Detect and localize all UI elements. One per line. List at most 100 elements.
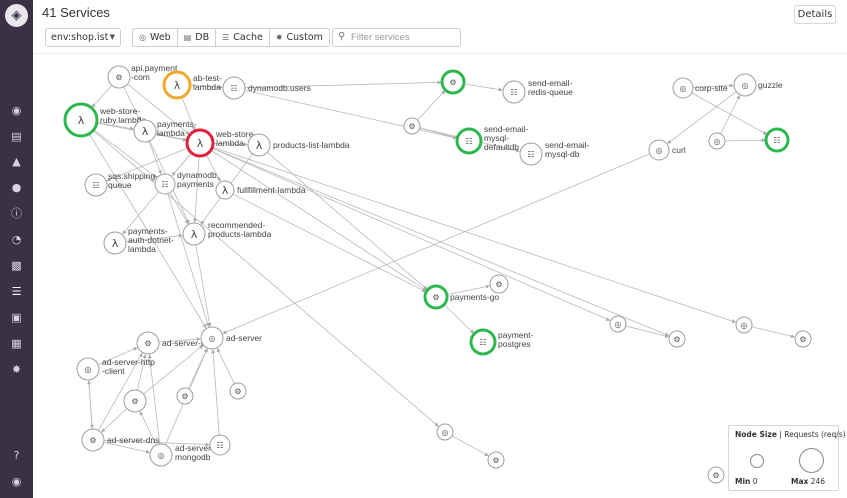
cogs-icon: ⚙ bbox=[115, 73, 122, 82]
cogs-icon: ⚙ bbox=[712, 471, 719, 480]
service-node[interactable]: ⚙ bbox=[487, 451, 505, 469]
service-node[interactable]: ⚙ ad-server-dns bbox=[81, 428, 159, 452]
node-label: sqs.shipping-queue bbox=[108, 171, 158, 190]
service-node[interactable]: ⚙ bbox=[403, 117, 421, 135]
database-icon: ☷ bbox=[161, 180, 168, 189]
node-label: ad-server-dns bbox=[107, 435, 159, 445]
service-node[interactable]: λ recommended-products-lambda bbox=[182, 220, 272, 246]
service-node[interactable]: ◎ bbox=[609, 315, 627, 333]
team-icon[interactable]: ◉ bbox=[0, 471, 33, 493]
lambda-icon: λ bbox=[222, 184, 229, 197]
edge-n1-n6 bbox=[91, 84, 113, 108]
db-filter-button[interactable]: ▤ DB bbox=[178, 29, 217, 46]
service-node[interactable]: ☷send-email-mysql-defaultdb bbox=[455, 124, 529, 155]
cogs-icon: ⚙ bbox=[449, 78, 456, 87]
services-icon[interactable]: ☰ bbox=[0, 281, 33, 303]
service-node[interactable]: ⚙ bbox=[794, 330, 812, 348]
service-node[interactable]: ⚙ bbox=[489, 274, 509, 294]
node-label: ad-server bbox=[226, 333, 262, 343]
service-map[interactable]: ⚙api.payment -comλab-test-lambda ☷ dynamodb… bbox=[33, 54, 847, 498]
globe-icon: ◎ bbox=[139, 33, 146, 42]
node-label: corp-site bbox=[695, 83, 728, 93]
edge-n15-n16 bbox=[724, 138, 766, 143]
edge-n36-n32 bbox=[87, 380, 93, 430]
edge-n10-n4 bbox=[417, 90, 446, 121]
service-node[interactable]: ⚙ payments-go bbox=[423, 284, 499, 310]
service-node[interactable]: ⚙ bbox=[229, 382, 247, 400]
sidebar: ◈ ◉ ▤ ▲ ● ⓘ ◔ ▩ ☰ ▣ ▦ ✸ ? ◉ bbox=[0, 0, 33, 498]
service-node[interactable]: ◎ bbox=[436, 423, 454, 441]
service-node[interactable]: ◎ bbox=[708, 132, 726, 150]
node-label: dynamodb. payments bbox=[177, 170, 219, 189]
binoculars-icon[interactable]: ◉ bbox=[0, 100, 33, 122]
help-icon[interactable]: ? bbox=[0, 445, 33, 467]
service-node[interactable]: ◎ bbox=[735, 316, 753, 334]
notebooks-icon[interactable]: ▣ bbox=[0, 307, 33, 329]
integrations-icon[interactable]: ▩ bbox=[0, 255, 33, 277]
service-node[interactable]: ⚙ bbox=[668, 330, 686, 348]
service-node[interactable]: ⚙ bbox=[707, 466, 725, 484]
database-icon: ☷ bbox=[527, 150, 534, 159]
node-label: ad-server-http -client bbox=[102, 357, 155, 376]
service-node[interactable]: ☷ sqs.shipping-queue bbox=[84, 171, 158, 197]
node-label: dynamodb.users bbox=[248, 83, 311, 93]
monitors-icon[interactable]: ⓘ bbox=[0, 203, 33, 225]
service-node[interactable]: λ fullfillment-lambda bbox=[215, 180, 306, 200]
service-node[interactable]: ⚙ bbox=[176, 387, 194, 405]
edge-n24-n25 bbox=[443, 304, 475, 334]
legend-max-circle bbox=[799, 448, 824, 473]
database-icon: ☷ bbox=[479, 338, 486, 347]
edge-n33-n36 bbox=[101, 408, 128, 433]
service-node[interactable]: ⚙ bbox=[123, 389, 147, 413]
service-node[interactable]: ◎ ad-server-http -client bbox=[76, 357, 155, 381]
cogs-icon: ⚙ bbox=[131, 397, 138, 406]
service-node[interactable]: λ payments-auth-dotnet-lambda bbox=[103, 226, 174, 255]
edge-n4-n5 bbox=[463, 83, 503, 92]
globe-icon: ◎ bbox=[656, 146, 663, 155]
datadog-logo-icon[interactable]: ◈ bbox=[5, 4, 28, 27]
cogs-icon: ⚙ bbox=[432, 293, 439, 302]
service-node[interactable]: ☷ bbox=[764, 127, 790, 153]
service-node[interactable]: ◎ guzzle bbox=[733, 73, 783, 97]
globe-icon: ◎ bbox=[85, 365, 92, 374]
service-node[interactable]: ☷ send-email-mysql-db bbox=[519, 140, 590, 166]
custom-filter-button[interactable]: ✹ Custom bbox=[270, 29, 329, 46]
node-label: guzzle bbox=[758, 80, 783, 90]
service-node[interactable]: ☷ bbox=[209, 434, 231, 456]
globe-icon: ◎ bbox=[741, 321, 748, 330]
chevron-down-icon: ▼ bbox=[109, 33, 115, 41]
logs-icon[interactable]: ▦ bbox=[0, 333, 33, 355]
service-node[interactable]: ☷ send-email-redis-queue bbox=[502, 78, 573, 104]
apm-icon[interactable]: ◔ bbox=[0, 229, 33, 251]
legend-subtitle: Requests (req/s) bbox=[784, 430, 846, 439]
node-label: curl bbox=[672, 145, 686, 155]
database-icon: ☷ bbox=[230, 84, 237, 93]
details-button[interactable]: Details bbox=[794, 5, 836, 24]
filter-services-input[interactable] bbox=[351, 30, 457, 45]
edge-n9-n24 bbox=[267, 151, 428, 290]
cogs-icon: ⚙ bbox=[492, 456, 499, 465]
service-node[interactable]: ◎ curl bbox=[648, 139, 686, 161]
legend-min-circle bbox=[750, 454, 764, 468]
service-node[interactable]: ☷ dynamodb. payments bbox=[154, 170, 219, 195]
lambda-icon: λ bbox=[256, 139, 263, 152]
security-icon[interactable]: ✸ bbox=[0, 359, 33, 381]
service-node[interactable]: λ ab-test-lambda bbox=[162, 70, 222, 100]
infrastructure-icon[interactable]: ● bbox=[0, 177, 33, 199]
dashboard-icon[interactable]: ▤ bbox=[0, 126, 33, 148]
service-node[interactable]: ☷ payment-postgres bbox=[469, 328, 534, 356]
service-type-filter: ◎ Web ▤ DB ☰ Cache ✹ Custom bbox=[132, 28, 330, 47]
service-node[interactable]: λ products-list-lambda bbox=[247, 133, 350, 157]
page-title: 41 Services bbox=[42, 5, 110, 20]
edge-n3-n11 bbox=[244, 90, 457, 140]
filter-services-box[interactable]: ⚲ bbox=[332, 28, 461, 47]
service-node[interactable]: ◎ ad-server bbox=[200, 326, 262, 350]
chart-icon[interactable]: ▲ bbox=[0, 151, 33, 173]
env-selector[interactable]: env:shop.ist ▼ bbox=[45, 28, 121, 47]
service-node[interactable]: ◎ ad-server-mongodb bbox=[149, 443, 214, 467]
service-node[interactable]: ◎ corp-site bbox=[672, 77, 728, 99]
cache-filter-button[interactable]: ☰ Cache bbox=[216, 29, 270, 46]
web-filter-button[interactable]: ◎ Web bbox=[133, 29, 178, 46]
service-node[interactable]: ⚙ bbox=[440, 69, 466, 95]
env-value: env:shop.ist bbox=[51, 32, 109, 43]
